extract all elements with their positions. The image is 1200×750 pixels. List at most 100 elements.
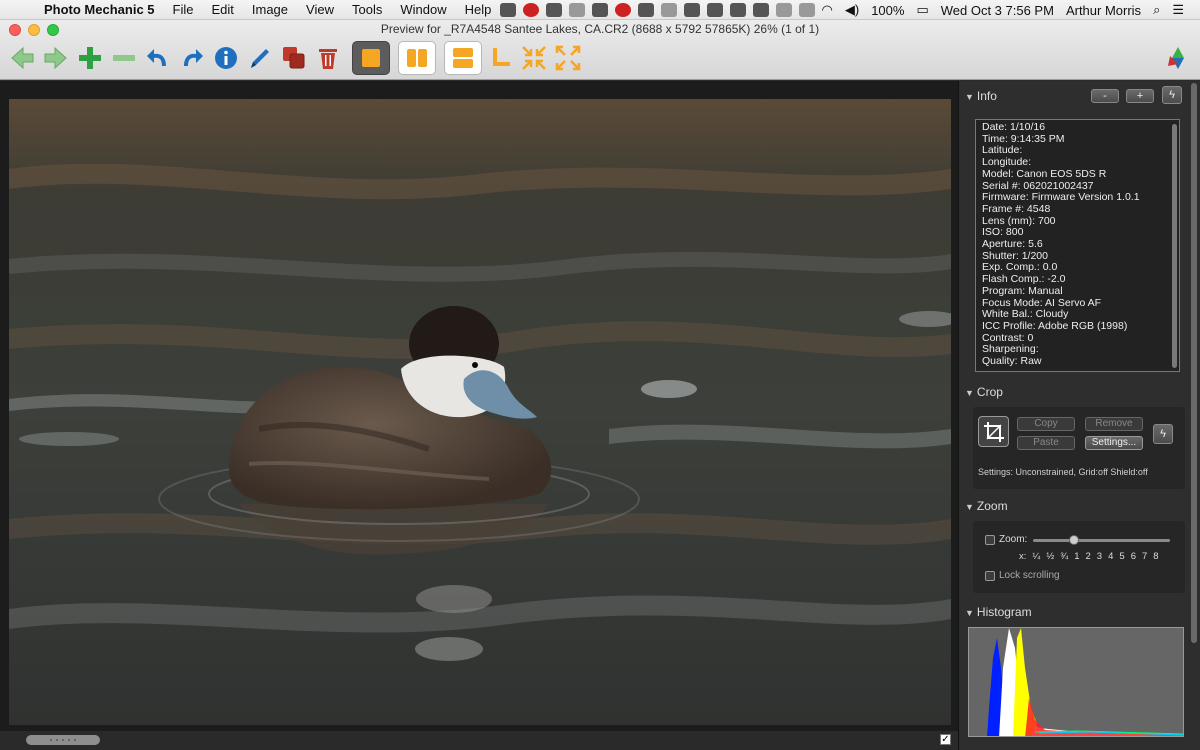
volume-icon[interactable]: ◀) [845,2,859,18]
copy-tray-icon[interactable] [683,3,700,17]
lock-scrolling-checkbox[interactable] [985,571,995,581]
rotate-right-button[interactable] [176,42,208,74]
preview-area: ✓ [0,81,958,750]
zoom-tick: 5 [1119,551,1125,562]
zoom-tick: 7 [1141,551,1148,562]
preview-checkbox[interactable]: ✓ [940,734,951,745]
lock-scrolling-label: Lock scrolling [999,570,1060,581]
spotlight-search-icon[interactable]: ⌕ [1153,2,1160,18]
crop-corner-icon [493,48,510,66]
bluetooth-tray-icon[interactable] [798,3,815,17]
crop-settings-summary: Settings: Unconstrained, Grid:off Shield… [978,467,1148,477]
info-scrollbar[interactable] [1172,124,1177,368]
menu-file[interactable]: File [173,2,194,17]
fit-in-button[interactable] [518,42,550,74]
menu-tools[interactable]: Tools [352,2,382,17]
fit-out-button[interactable] [552,42,584,74]
single-view-icon [362,49,380,67]
rotate-left-button[interactable] [142,42,174,74]
battery-icon[interactable]: ▭ [916,2,928,18]
crop-remove-button[interactable]: Remove [1085,417,1143,431]
panel-scrollbar[interactable] [1191,83,1197,643]
crop-copy-button[interactable]: Copy [1017,417,1075,431]
duck-on-water-photo [9,99,951,725]
status-area: ◠ ◀) 100% ▭ Wed Oct 3 7:56 PM Arthur Mor… [499,0,1200,20]
stacked-view-button[interactable] [444,41,482,75]
menu-help[interactable]: Help [465,2,492,17]
crop-tool-button[interactable] [484,42,516,74]
wifi-icon[interactable]: ◠ [822,2,833,18]
info-section-header[interactable]: ▼ Info [965,89,997,103]
info-metadata-box[interactable]: Date: 1/10/16 Time: 9:14:35 PM Latitude:… [975,119,1180,372]
info-icon [215,47,237,69]
menu-view[interactable]: View [306,2,334,17]
edit-button[interactable] [244,42,276,74]
info-section-title: Info [976,89,997,103]
zoom-tick: 1 [1074,551,1080,562]
malwarebytes-tray-icon[interactable] [545,3,562,17]
single-view-button[interactable] [352,41,390,75]
time-machine-tray-icon[interactable] [775,3,792,17]
next-photo-button[interactable] [40,42,72,74]
add-icon [79,47,101,69]
side-by-side-icon [407,49,427,67]
lightning-icon: ϟ [1169,89,1175,101]
info-line: Date: 1/10/16 [982,121,1046,133]
flickr-tray-icon[interactable] [522,3,539,17]
user-name[interactable]: Arthur Morris [1066,3,1141,18]
notification-center-icon[interactable]: ☰ [1172,2,1184,18]
menu-window[interactable]: Window [400,2,446,17]
zoom-checkbox[interactable] [985,535,995,545]
zoom-x-label: x: [1019,551,1027,562]
horizontal-scroll-thumb[interactable] [26,735,100,745]
histogram-section-title: Histogram [976,605,1032,619]
delete-button[interactable] [312,42,344,74]
preview-photo[interactable] [9,99,951,725]
dropbox-tray-icon[interactable] [729,3,746,17]
window-title: Preview for _R7A4548 Santee Lakes, CA.CR… [380,22,820,36]
info-line: Quality: Raw [982,355,1042,368]
undo-rotate-icon [147,49,166,66]
creative-cloud-tray-icon[interactable] [591,3,608,17]
launcher-tray-icon[interactable] [706,3,723,17]
add-button[interactable] [74,42,106,74]
cloud-sync-tray-icon[interactable] [568,3,585,17]
info-action-button[interactable]: ϟ [1162,86,1182,104]
caption-tray-icon[interactable] [660,3,677,17]
clock[interactable]: Wed Oct 3 7:56 PM [941,3,1054,18]
safari-tray-icon[interactable] [637,3,654,17]
previous-photo-button[interactable] [6,42,38,74]
expand-arrows-icon [555,45,581,71]
copy-button[interactable] [278,42,310,74]
zoom-slider[interactable] [1033,535,1170,545]
menu-edit[interactable]: Edit [211,2,233,17]
edit-pen-icon [251,49,269,68]
crop-section-header[interactable]: ▼ Crop [965,385,1003,399]
histogram-graph [987,628,1183,736]
photo-mechanic-logo-icon [1168,47,1184,69]
crop-tool-toggle[interactable] [978,416,1009,447]
window-titlebar: Preview for _R7A4548 Santee Lakes, CA.CR… [0,20,1200,80]
remove-button[interactable] [108,42,140,74]
filmstrip-tray-icon[interactable] [499,3,516,17]
zoom-slider-knob[interactable] [1069,535,1080,545]
battery-percent[interactable]: 100% [871,3,904,18]
redo-rotate-icon [184,49,203,66]
adobe-tray-icon[interactable] [614,3,631,17]
zoom-tick: ½ [1046,551,1055,562]
histogram-section-header[interactable]: ▼ Histogram [965,605,1032,619]
app-menu[interactable]: Photo Mechanic 5 [44,2,155,17]
zoom-section-header[interactable]: ▼ Zoom [965,499,1008,513]
crop-action-button[interactable]: ϟ [1153,424,1173,444]
binoculars-tray-icon[interactable] [752,3,769,17]
menu-image[interactable]: Image [252,2,288,17]
info-line: Program: Manual [982,284,1063,297]
crop-section-title: Crop [976,385,1003,399]
forward-arrow-icon [44,46,67,70]
crop-paste-button[interactable]: Paste [1017,436,1075,450]
info-minus-button[interactable]: - [1091,89,1119,103]
crop-settings-button[interactable]: Settings... [1085,436,1143,450]
info-button[interactable] [210,42,242,74]
info-plus-button[interactable]: + [1126,89,1154,103]
side-by-side-button[interactable] [398,41,436,75]
